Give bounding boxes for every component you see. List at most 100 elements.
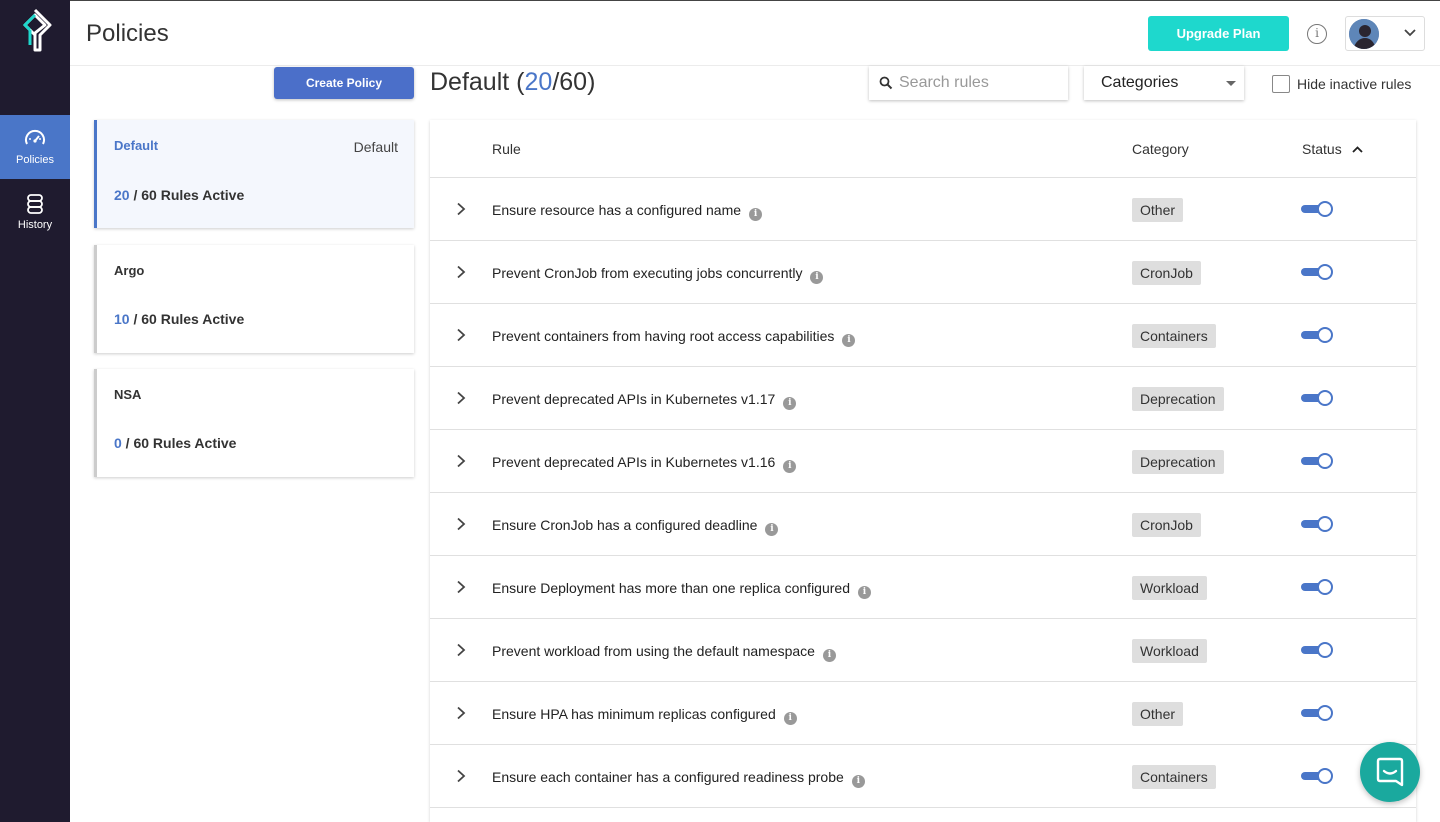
rule-info-icon[interactable]: i: [842, 334, 856, 347]
chevron-right-icon[interactable]: [455, 769, 467, 783]
rule-name-cell: Ensure each container has a configured r…: [492, 769, 865, 788]
table-row[interactable]: Prevent deprecated APIs in Kubernetes v1…: [430, 430, 1416, 493]
category-badge: Containers: [1132, 324, 1216, 348]
rule-info-icon[interactable]: i: [783, 460, 797, 473]
chevron-right-icon[interactable]: [455, 454, 467, 468]
create-policy-button[interactable]: Create Policy: [274, 67, 414, 99]
category-badge: Workload: [1132, 576, 1207, 600]
column-header-status[interactable]: Status: [1302, 141, 1363, 157]
rule-info-icon[interactable]: i: [857, 586, 871, 599]
info-icon[interactable]: i: [1307, 24, 1327, 44]
policy-card-rest: / 60 Rules Active: [121, 435, 237, 451]
status-toggle[interactable]: [1301, 453, 1334, 470]
chevron-right-icon[interactable]: [455, 517, 467, 531]
category-badge: CronJob: [1132, 513, 1201, 537]
chevron-right-icon[interactable]: [455, 706, 467, 720]
toggle-knob: [1317, 579, 1333, 595]
status-toggle[interactable]: [1301, 201, 1334, 218]
policy-card-default[interactable]: Default Default 20 / 60 Rules Active: [94, 120, 414, 228]
avatar-image: [1349, 19, 1379, 49]
category-badge: CronJob: [1132, 261, 1201, 285]
categories-dropdown[interactable]: Categories: [1084, 66, 1244, 100]
rule-name-cell: Ensure HPA has minimum replicas configur…: [492, 706, 797, 725]
policy-heading: Default (20/60): [430, 68, 596, 96]
upgrade-plan-button[interactable]: Upgrade Plan: [1148, 16, 1289, 51]
category-badge: Workload: [1132, 639, 1207, 663]
policy-card-tag: Default: [353, 139, 398, 155]
category-badge: Containers: [1132, 765, 1216, 789]
chevron-right-icon[interactable]: [455, 391, 467, 405]
nav-item-policies[interactable]: Policies: [0, 115, 70, 179]
table-row[interactable]: Ensure CronJob has a configured deadline…: [430, 493, 1416, 556]
rule-info-icon[interactable]: i: [783, 397, 797, 410]
status-toggle[interactable]: [1301, 768, 1334, 785]
toggle-knob: [1317, 516, 1333, 532]
table-row[interactable]: Prevent containers from having root acce…: [430, 304, 1416, 367]
rule-info-icon[interactable]: i: [851, 775, 865, 788]
search-rules: [869, 66, 1068, 100]
table-row[interactable]: Ensure resource has a configured name i Ot…: [430, 178, 1416, 241]
nav-item-history[interactable]: History: [0, 180, 70, 244]
user-menu[interactable]: [1345, 16, 1425, 51]
rule-info-icon[interactable]: i: [765, 523, 779, 536]
status-toggle[interactable]: [1301, 390, 1334, 407]
toggle-knob: [1317, 390, 1333, 406]
category-badge: Other: [1132, 702, 1184, 726]
chevron-right-icon[interactable]: [455, 202, 467, 216]
policy-card-argo[interactable]: Argo 10 / 60 Rules Active: [94, 245, 414, 353]
table-row[interactable]: Prevent workload from using the default …: [430, 619, 1416, 682]
policy-card-rest: / 60 Rules Active: [129, 311, 245, 327]
rule-name-cell: Ensure Deployment has more than one repl…: [492, 580, 871, 599]
status-toggle[interactable]: [1301, 264, 1334, 281]
sort-ascending-icon[interactable]: [1352, 146, 1363, 153]
status-toggle[interactable]: [1301, 642, 1334, 659]
rule-name-cell: Prevent CronJob from executing jobs conc…: [492, 265, 824, 284]
status-toggle[interactable]: [1301, 579, 1334, 596]
table-row[interactable]: Ensure HPA has minimum replicas configur…: [430, 682, 1416, 745]
policy-card-count: 20 / 60 Rules Active: [114, 187, 244, 203]
table-row[interactable]: Prevent CronJob from executing jobs conc…: [430, 241, 1416, 304]
rule-name-cell: Ensure resource has a configured name i: [492, 202, 763, 221]
rule-name-cell: Ensure CronJob has a configured deadline…: [492, 517, 779, 536]
status-toggle[interactable]: [1301, 516, 1334, 533]
toggle-knob: [1317, 264, 1333, 280]
left-nav: Policies History: [0, 0, 70, 822]
status-toggle[interactable]: [1301, 327, 1334, 344]
chevron-right-icon[interactable]: [455, 265, 467, 279]
rule-info-icon[interactable]: i: [783, 712, 797, 725]
category-badge: Other: [1132, 198, 1184, 222]
table-row[interactable]: Ensure each container has a configured r…: [430, 745, 1416, 808]
status-toggle[interactable]: [1301, 705, 1334, 722]
categories-label: Categories: [1101, 74, 1179, 91]
rule-name: Prevent containers from having root acce…: [492, 328, 835, 344]
rule-info-icon[interactable]: i: [810, 271, 824, 284]
rule-info-icon[interactable]: i: [822, 649, 836, 662]
policy-card-nsa[interactable]: NSA 0 / 60 Rules Active: [94, 369, 414, 477]
rules-table: Rule Category Status Ensure resource has…: [430, 120, 1416, 822]
toggle-knob: [1317, 453, 1333, 469]
table-header: Rule Category Status: [430, 120, 1416, 178]
hide-inactive-checkbox[interactable]: [1272, 75, 1290, 93]
hide-inactive-label[interactable]: Hide inactive rules: [1297, 76, 1411, 92]
policy-card-active: 20: [114, 187, 130, 203]
toggle-knob: [1317, 327, 1333, 343]
rule-name: Ensure HPA has minimum replicas configur…: [492, 706, 776, 722]
rule-info-icon[interactable]: i: [749, 208, 763, 221]
top-header: Policies Upgrade Plan i: [70, 0, 1440, 66]
chevron-right-icon[interactable]: [455, 580, 467, 594]
chat-launcher-button[interactable]: [1360, 742, 1420, 802]
policy-card-name: Argo: [114, 263, 145, 278]
rule-name: Ensure resource has a configured name: [492, 202, 742, 218]
nav-label-policies: Policies: [16, 154, 54, 166]
search-input[interactable]: [899, 72, 1059, 94]
rule-name: Prevent CronJob from executing jobs conc…: [492, 265, 803, 281]
table-row[interactable]: Prevent deprecated APIs in Kubernetes v1…: [430, 367, 1416, 430]
table-row[interactable]: Ensure Deployment has more than one repl…: [430, 556, 1416, 619]
column-header-rule[interactable]: Rule: [492, 141, 521, 157]
column-header-category[interactable]: Category: [1132, 141, 1189, 157]
nav-label-history: History: [17, 219, 53, 231]
chevron-right-icon[interactable]: [455, 643, 467, 657]
chevron-right-icon[interactable]: [455, 328, 467, 342]
rule-name-cell: Prevent deprecated APIs in Kubernetes v1…: [492, 391, 797, 410]
app-logo-icon[interactable]: [16, 8, 54, 52]
